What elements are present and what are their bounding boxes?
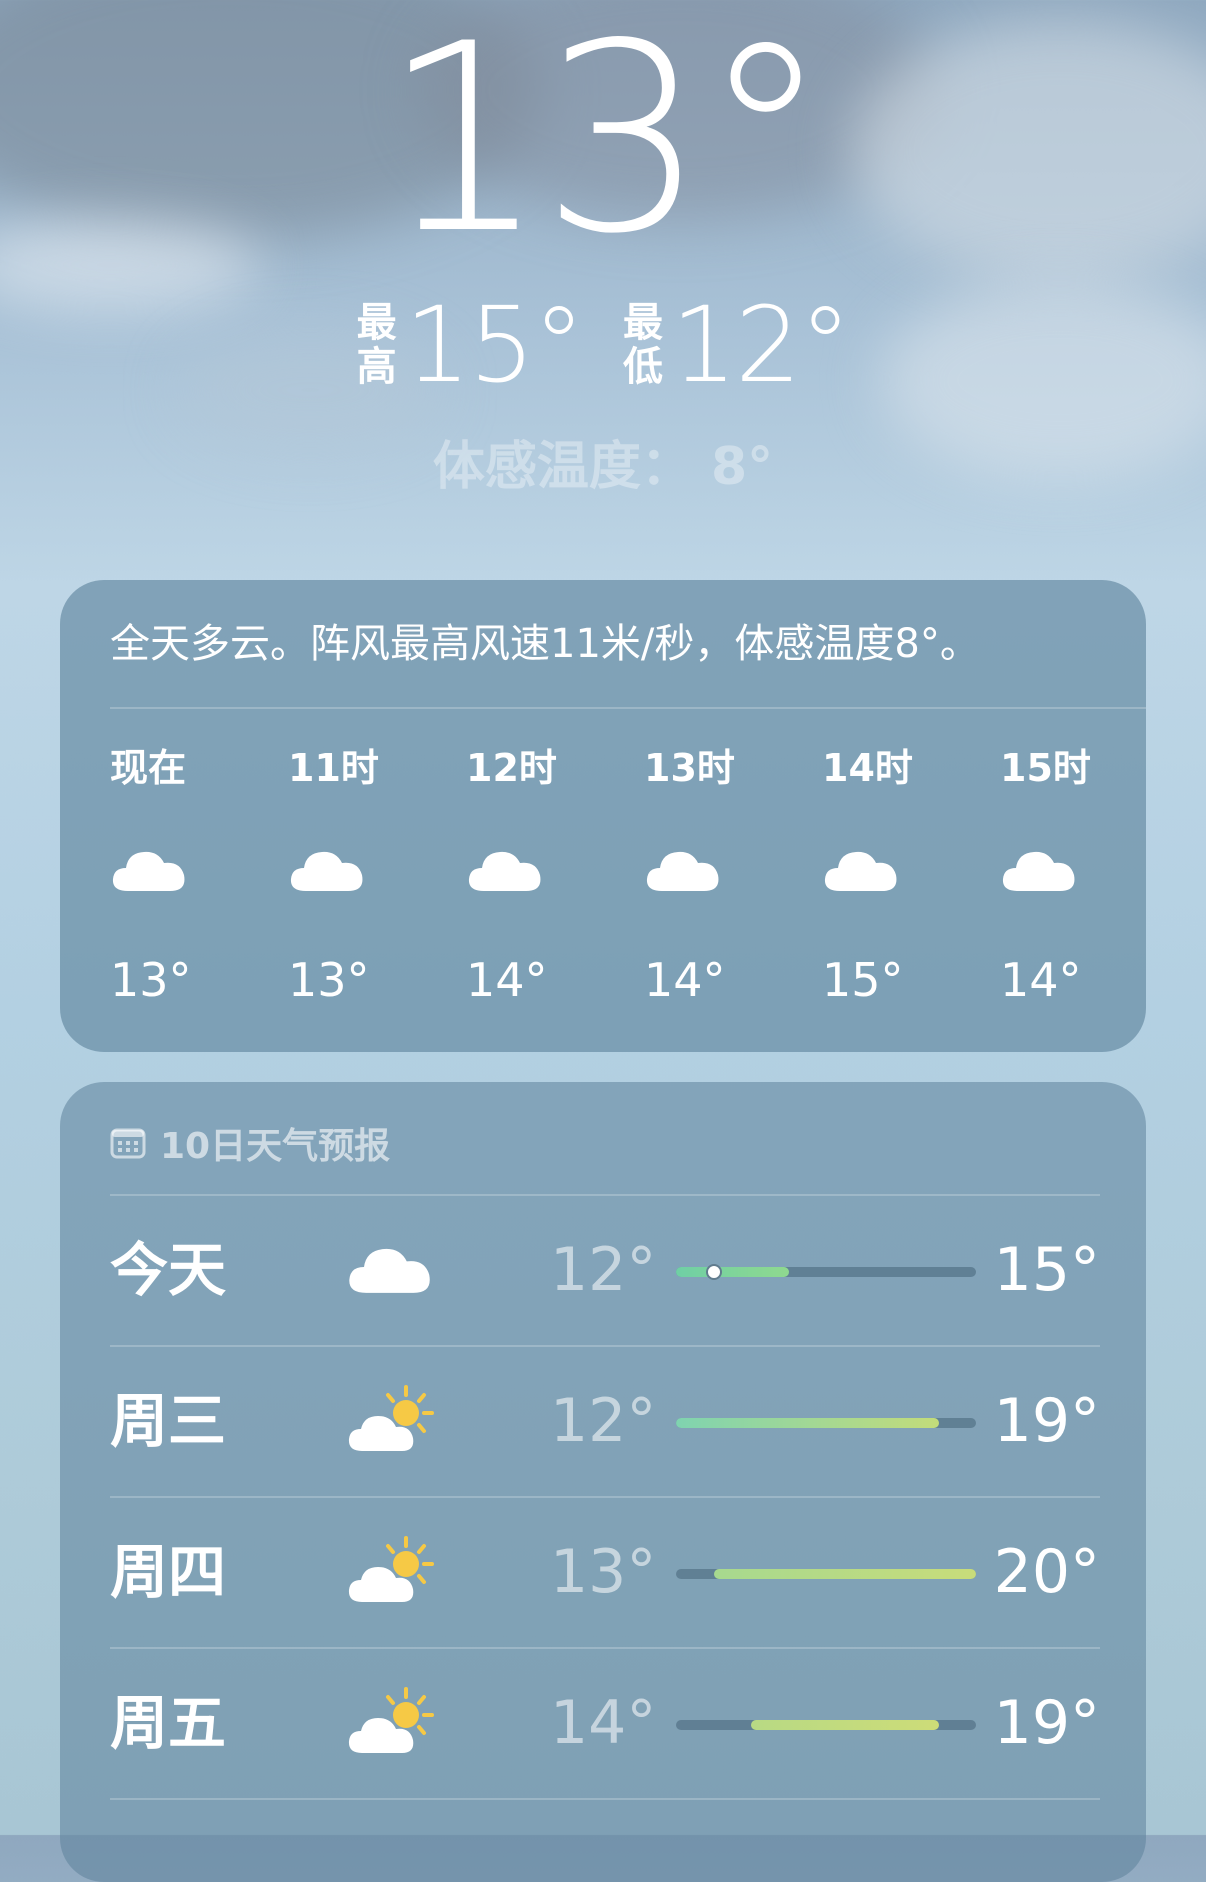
hour-temp: 15° (822, 953, 904, 1007)
temp-range-bar (676, 1418, 976, 1428)
hour-temp: 13° (288, 953, 370, 1007)
day-label: 周三 (110, 1387, 227, 1455)
high-label-bottom: 高 (356, 344, 397, 390)
high-temp: 15° (993, 1235, 1100, 1305)
cloud-icon (1000, 840, 1080, 900)
hour-label: 15时 (1000, 746, 1091, 790)
day-label: 周五 (110, 1689, 227, 1757)
current-temperature: 13° (381, 0, 831, 291)
high-label-top: 最 (356, 300, 397, 346)
hourly-forecast-card[interactable]: 全天多云。阵风最高风速11米/秒，体感温度8°。 现在 13° 11时 13° … (60, 580, 1146, 1052)
hourly-scroller[interactable]: 现在 13° 11时 13° 12时 14° 13时 14° 14时 15° 1… (110, 740, 1146, 1030)
hour-label: 12时 (466, 746, 557, 790)
daily-row[interactable]: 今天 12° 15° (110, 1194, 1100, 1344)
cloud-icon (822, 840, 902, 900)
day-label: 今天 (110, 1236, 227, 1304)
temp-range-fill (676, 1418, 939, 1428)
daily-forecast-card[interactable]: 10日天气预报 今天 12° 15° 周三 12° 19° 周四 13° 20°… (60, 1082, 1146, 1882)
daily-row[interactable]: 周三 12° 19° (110, 1345, 1100, 1495)
hourly-item: 14时 15° (822, 740, 982, 1030)
daily-row[interactable]: 周四 13° 20° (110, 1496, 1100, 1646)
current-temp-marker (705, 1264, 722, 1280)
daily-title: 10日天气预报 (160, 1126, 391, 1167)
low-temp: 13° (550, 1537, 657, 1607)
high-temp: 20° (993, 1537, 1100, 1607)
row-divider (110, 1496, 1100, 1498)
divider (110, 707, 1146, 709)
row-divider (110, 1798, 1100, 1800)
cloud-icon (346, 1234, 436, 1304)
daily-header: 10日天气预报 (110, 1112, 390, 1174)
temp-range-bar (676, 1569, 976, 1579)
hourly-item: 13时 14° (644, 740, 804, 1030)
daily-row[interactable]: 周五 14° 19° (110, 1647, 1100, 1797)
cloud-icon (110, 840, 190, 900)
hour-label: 14时 (822, 746, 913, 790)
hour-temp: 14° (466, 953, 548, 1007)
hourly-item: 12时 14° (466, 740, 626, 1030)
hourly-item: 现在 13° (110, 740, 270, 1030)
day-label: 周四 (110, 1538, 227, 1606)
temp-range-bar (676, 1720, 976, 1730)
temp-range-fill (676, 1267, 789, 1277)
hour-temp: 14° (1000, 953, 1082, 1007)
low-temp: 12° (550, 1386, 657, 1456)
calendar-icon (110, 1127, 146, 1159)
temp-range-fill (713, 1569, 976, 1579)
hour-temp: 14° (644, 953, 726, 1007)
high-temp: 19° (993, 1688, 1100, 1758)
hour-label: 11时 (288, 746, 379, 790)
hour-label: 现在 (110, 746, 187, 790)
high-low: 最 高 15° 最 低 12° (0, 290, 1206, 400)
low-temp: 12° (550, 1235, 657, 1305)
hourly-item: 11时 13° (288, 740, 448, 1030)
low-temp-group: 最 低 12° (623, 284, 851, 406)
low-label-bottom: 低 (623, 344, 663, 390)
row-divider (110, 1194, 1100, 1196)
high-temp: 19° (993, 1386, 1100, 1456)
weather-summary: 全天多云。阵风最高风速11米/秒，体感温度8°。 (110, 621, 980, 667)
high-temp-group: 最 高 15° (357, 284, 585, 406)
low-temp: 14° (550, 1688, 657, 1758)
feels-like: 体感温度： 8° (432, 437, 774, 497)
partly-sunny-icon (346, 1687, 436, 1757)
high-temp: 15° (404, 284, 585, 406)
cloud-icon (288, 840, 368, 900)
partly-sunny-icon (346, 1536, 436, 1606)
hour-temp: 13° (110, 953, 192, 1007)
row-divider (110, 1647, 1100, 1649)
temp-range-bar (676, 1264, 976, 1280)
low-temp: 12° (671, 284, 851, 406)
partly-sunny-icon (346, 1385, 436, 1455)
high-label: 最 高 (357, 301, 397, 389)
cloud-icon (644, 840, 724, 900)
hourly-item: 15时 14° (1000, 740, 1146, 1030)
row-divider (110, 1345, 1100, 1347)
hour-label: 13时 (644, 746, 735, 790)
temp-range-fill (751, 1720, 939, 1730)
low-label-top: 最 (623, 300, 663, 346)
low-label: 最 低 (623, 301, 663, 389)
cloud-icon (466, 840, 546, 900)
